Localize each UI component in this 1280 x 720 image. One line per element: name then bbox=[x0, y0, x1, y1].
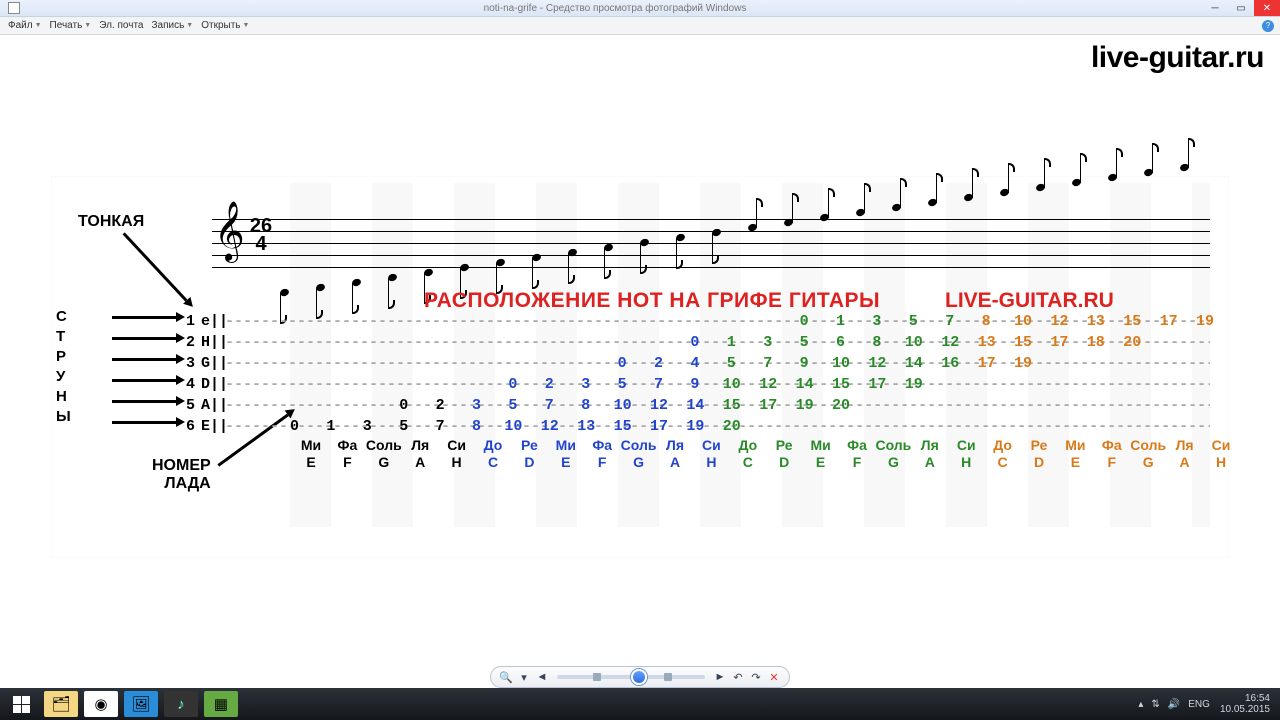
title-bar: noti-na-grife - Средство просмотра фотог… bbox=[0, 0, 1280, 17]
chart-subtitle: LIVE-GUITAR.RU bbox=[945, 289, 1114, 313]
sheet: 𝄞 264 РАСПОЛОЖЕНИЕ НОТ НА ГРИФЕ ГИТАРЫ L… bbox=[52, 177, 1228, 557]
player-bar: 🔍 ▾ ◄ ► ↶ ↷ ✕ bbox=[490, 666, 790, 688]
tray-sound-icon[interactable]: 🔊 bbox=[1168, 699, 1180, 710]
menu-email[interactable]: Эл. почта bbox=[97, 20, 145, 31]
chart-title: РАСПОЛОЖЕНИЕ НОТ НА ГРИФЕ ГИТАРЫ bbox=[424, 289, 880, 313]
tab-block: 1e||------------------------------------… bbox=[187, 311, 1210, 437]
minimize-button[interactable]: ─ bbox=[1202, 0, 1228, 16]
play-knob[interactable] bbox=[631, 669, 647, 685]
label-fret-number: НОМЕРЛАДА bbox=[152, 457, 211, 493]
label-strings: СТРУНЫ bbox=[56, 307, 71, 427]
rotate-left-button[interactable]: ↶ bbox=[729, 671, 747, 684]
label-thin: ТОНКАЯ bbox=[78, 213, 144, 231]
tray-lang[interactable]: ENG bbox=[1188, 699, 1210, 710]
maximize-button[interactable]: ▭ bbox=[1228, 0, 1254, 16]
viewer-canvas: live-guitar.ru 𝄞 264 РАСПОЛОЖЕНИЕ НОТ НА… bbox=[0, 35, 1280, 664]
task-photoviewer-icon[interactable]: 🖼 bbox=[124, 691, 158, 717]
sysmenu-icon[interactable] bbox=[8, 2, 20, 14]
note-names: МиФаСольЛяСиДоРеМиФаСольЛяСиДоРеМиФаСоль… bbox=[290, 437, 1210, 471]
task-app2-icon[interactable]: ▦ bbox=[204, 691, 238, 717]
start-button[interactable] bbox=[4, 691, 38, 717]
window-title: noti-na-grife - Средство просмотра фотог… bbox=[28, 3, 1202, 14]
menu-burn[interactable]: Запись▼ bbox=[149, 20, 195, 31]
treble-clef-icon: 𝄞 bbox=[214, 205, 245, 257]
menu-open[interactable]: Открыть▼ bbox=[199, 20, 251, 31]
system-tray: ▴ ⇅ 🔊 ENG 16:5410.05.2015 bbox=[1134, 693, 1276, 715]
delete-button[interactable]: ✕ bbox=[765, 671, 783, 684]
rotate-right-button[interactable]: ↷ bbox=[747, 671, 765, 684]
music-staff: 𝄞 264 bbox=[212, 219, 1210, 267]
notes-row bbox=[280, 219, 1210, 267]
help-icon[interactable]: ? bbox=[1262, 20, 1274, 32]
menu-file[interactable]: Файл▼ bbox=[6, 20, 44, 31]
slider-track[interactable] bbox=[557, 675, 705, 679]
task-explorer-icon[interactable]: 🗂 bbox=[44, 691, 78, 717]
tray-clock[interactable]: 16:5410.05.2015 bbox=[1220, 693, 1270, 715]
tray-up-icon[interactable]: ▴ bbox=[1138, 699, 1143, 710]
taskbar: 🗂 ◉ 🖼 ♪ ▦ ▴ ⇅ 🔊 ENG 16:5410.05.2015 bbox=[0, 688, 1280, 720]
menu-bar: Файл▼ Печать▼ Эл. почта Запись▼ Открыть▼… bbox=[0, 17, 1280, 35]
task-chrome-icon[interactable]: ◉ bbox=[84, 691, 118, 717]
watermark-text: live-guitar.ru bbox=[1091, 41, 1264, 75]
next-button[interactable]: ► bbox=[711, 671, 729, 683]
time-signature: 264 bbox=[248, 217, 274, 253]
prev-button[interactable]: ◄ bbox=[533, 671, 551, 683]
menu-print[interactable]: Печать▼ bbox=[48, 20, 94, 31]
zoom-icon[interactable]: 🔍 bbox=[497, 671, 515, 684]
tray-net-icon[interactable]: ⇅ bbox=[1151, 699, 1159, 710]
task-app1-icon[interactable]: ♪ bbox=[164, 691, 198, 717]
windows-logo-icon bbox=[13, 696, 30, 713]
close-button[interactable]: ✕ bbox=[1254, 0, 1280, 16]
